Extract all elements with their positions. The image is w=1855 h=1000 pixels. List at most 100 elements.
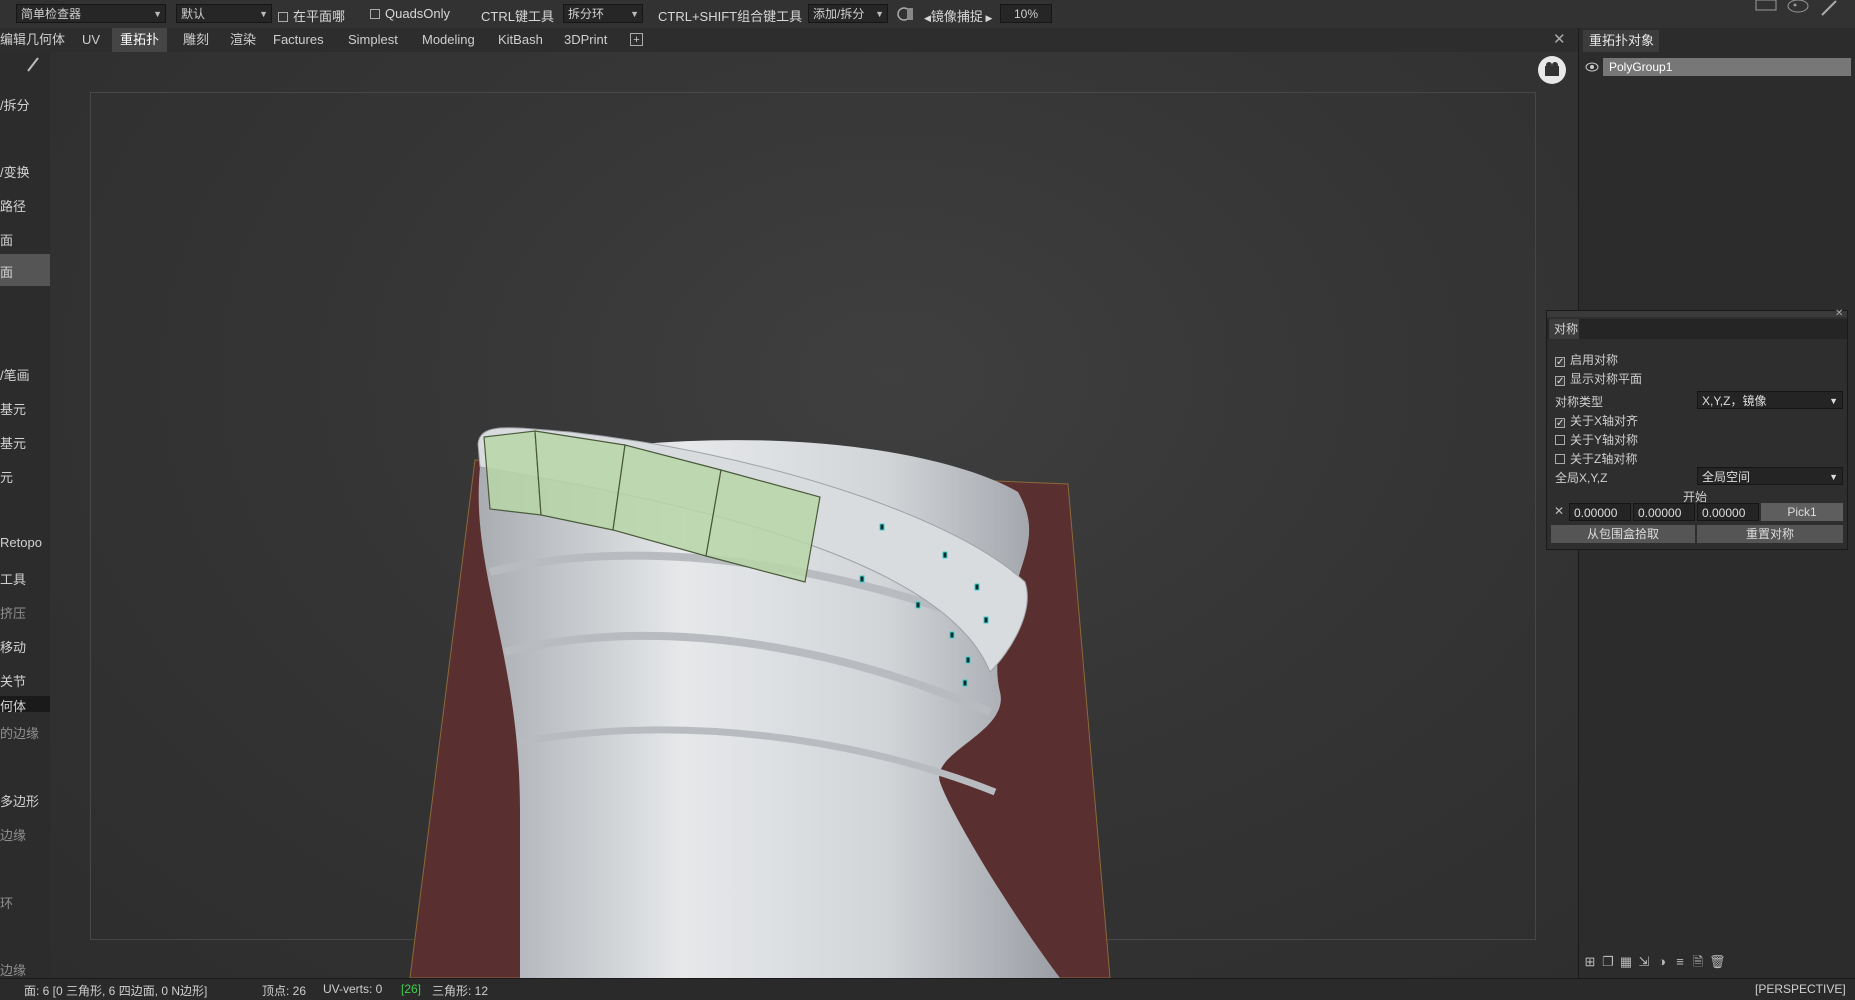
tool-split[interactable]: /拆分 (0, 95, 30, 114)
inspector-dropdown-value: 简单检查器 (21, 7, 82, 21)
tool-edge[interactable]: 的边缘 (0, 723, 39, 742)
origin-x-input[interactable]: 0.00000 (1569, 503, 1631, 521)
default-dropdown-value: 默认 (181, 7, 206, 21)
origin-y-input[interactable]: 0.00000 (1633, 503, 1695, 521)
x-axis-label: 关于X轴对齐 (1570, 414, 1639, 428)
arrow-right-icon: ▶ (982, 13, 993, 23)
brush-icon[interactable] (1818, 0, 1840, 16)
section-geometry[interactable]: 何体 (0, 696, 50, 714)
tool-extrude[interactable]: 挤压 (0, 603, 26, 622)
show-plane-label: 显示对称平面 (1570, 372, 1643, 386)
ctrl-tool-dropdown[interactable]: 拆分环 ▼ (563, 4, 643, 23)
global-space-value: 全局空间 (1702, 470, 1751, 484)
enable-symmetry-label: 启用对称 (1570, 353, 1619, 367)
add-tab-icon[interactable]: + (630, 33, 643, 46)
zoom-input[interactable]: 10% (1000, 4, 1052, 23)
duplicate-icon[interactable]: ❐ (1601, 955, 1615, 969)
pick-button[interactable]: Pick1 (1761, 503, 1843, 521)
close-icon[interactable]: ✕ (1553, 30, 1566, 48)
info-icon[interactable]: ◑ (1655, 955, 1669, 969)
checkbox-icon (1555, 418, 1565, 428)
on-plane-checkbox[interactable]: 在平面哪 (278, 6, 345, 25)
vertex-marker (879, 523, 885, 531)
tool-face-selected[interactable]: 面 (0, 254, 50, 286)
retopo-quad (534, 430, 626, 531)
symmetry-type-dropdown[interactable]: X,Y,Z，镜像 ▼ (1697, 391, 1843, 409)
tool-path[interactable]: 路径 (0, 196, 26, 215)
palette-icon[interactable] (1786, 0, 1814, 14)
tab-modeling[interactable]: Modeling (414, 28, 483, 52)
retopo-objects-tab[interactable]: 重拓扑对象 (1583, 30, 1659, 52)
tool-edges[interactable]: 边缘 (0, 825, 26, 844)
face-count: 面: 6 [0 三角形, 6 四边面, 0 N边形] (24, 984, 208, 998)
reset-symmetry-button[interactable]: 重置对称 (1697, 525, 1843, 543)
default-dropdown[interactable]: 默认 ▼ (176, 4, 272, 23)
tool-border[interactable]: 边缘 (0, 960, 26, 978)
uv-verts-total: [26] (401, 982, 422, 996)
x-axis-checkbox[interactable]: 关于X轴对齐 (1555, 412, 1638, 429)
mirror-snap-control[interactable]: ◀镜像捕捉 ▶ (924, 6, 992, 25)
tab-sculpt[interactable]: 雕刻 (175, 28, 217, 52)
checkbox-icon (278, 12, 288, 22)
chevron-down-icon: ▼ (875, 9, 884, 19)
add-layer-icon[interactable]: ⊞ (1583, 955, 1597, 969)
grid-icon[interactable]: ▦ (1619, 955, 1633, 969)
eye-icon[interactable] (1585, 60, 1599, 74)
enable-symmetry-checkbox[interactable]: 启用对称 (1555, 351, 1618, 368)
tool-stroke[interactable]: /笔画 (0, 365, 30, 384)
tab-factures[interactable]: Factures (265, 28, 332, 52)
tab-3dprint[interactable]: 3DPrint (556, 28, 615, 52)
tool-joint[interactable]: 关节 (0, 671, 26, 690)
tool-primitive-2[interactable]: 基元 (0, 433, 26, 452)
workspace-tab-bar: 编辑几何体 UV 重拓扑 雕刻 渲染 Factures Simplest Mod… (0, 28, 1578, 53)
chevron-down-icon: ▼ (1829, 396, 1838, 406)
polygroup-row[interactable]: PolyGroup1 (1583, 58, 1851, 76)
tab-kitbash[interactable]: KitBash (490, 28, 551, 52)
quads-only-checkbox[interactable]: QuadsOnly (370, 6, 450, 21)
inspector-dropdown[interactable]: 简单检查器 ▼ (16, 4, 166, 23)
3d-viewport[interactable] (50, 52, 1578, 978)
vertex-marker (983, 616, 989, 624)
vertex-marker (949, 631, 955, 639)
tool-loop[interactable]: 环 (0, 893, 13, 912)
tool-retopo[interactable]: Retopo (0, 535, 42, 550)
y-axis-checkbox[interactable]: 关于Y轴对称 (1555, 431, 1638, 448)
polygroup-label[interactable]: PolyGroup1 (1603, 58, 1851, 76)
vertex-marker (965, 656, 971, 664)
checkbox-icon (1555, 454, 1565, 464)
camera-icon[interactable] (1538, 56, 1566, 84)
tool-face[interactable]: 面 (0, 230, 13, 249)
close-icon[interactable]: ✕ (1835, 308, 1843, 319)
symmetry-tab[interactable]: 对称 (1549, 319, 1579, 339)
symmetry-type-label: 对称类型 (1555, 395, 1604, 409)
panel-drag-handle[interactable] (1547, 311, 1847, 317)
tool-transform[interactable]: /变换 (0, 162, 30, 181)
document-icon[interactable]: 🗎 (1691, 955, 1705, 969)
tab-uv[interactable]: UV (74, 28, 108, 52)
export-icon[interactable]: ⇲ (1637, 955, 1651, 969)
pen-icon[interactable] (26, 56, 40, 72)
list-icon[interactable]: ≡ (1673, 955, 1687, 969)
global-space-dropdown[interactable]: 全局空间 ▼ (1697, 467, 1843, 485)
checkbox-icon (1555, 435, 1565, 445)
tool-primitive-1[interactable]: 基元 (0, 399, 26, 418)
tool-element[interactable]: 元 (0, 467, 13, 486)
tab-simplest[interactable]: Simplest (340, 28, 406, 52)
tool-tools[interactable]: 工具 (0, 569, 26, 588)
window-icon[interactable] (1752, 0, 1782, 14)
clear-icon[interactable]: ✕ (1554, 504, 1564, 518)
tool-polygon[interactable]: 多边形 (0, 791, 39, 810)
tool-move[interactable]: 移动 (0, 637, 26, 656)
ctrl-shift-dropdown[interactable]: 添加/拆分 ▼ (808, 4, 888, 23)
vertex-marker (859, 575, 865, 583)
pick-from-bbox-button[interactable]: 从包围盒拾取 (1551, 525, 1695, 543)
tab-edit-geometry[interactable]: 编辑几何体 (0, 28, 73, 52)
tab-render[interactable]: 渲染 (222, 28, 264, 52)
z-axis-checkbox[interactable]: 关于Z轴对称 (1555, 450, 1637, 467)
show-plane-checkbox[interactable]: 显示对称平面 (1555, 370, 1642, 387)
mirror-icon[interactable] (897, 5, 917, 23)
vertex-marker (942, 551, 948, 559)
trash-icon[interactable]: 🗑 (1709, 955, 1726, 969)
tab-retopo[interactable]: 重拓扑 (112, 28, 168, 52)
origin-z-input[interactable]: 0.00000 (1697, 503, 1759, 521)
